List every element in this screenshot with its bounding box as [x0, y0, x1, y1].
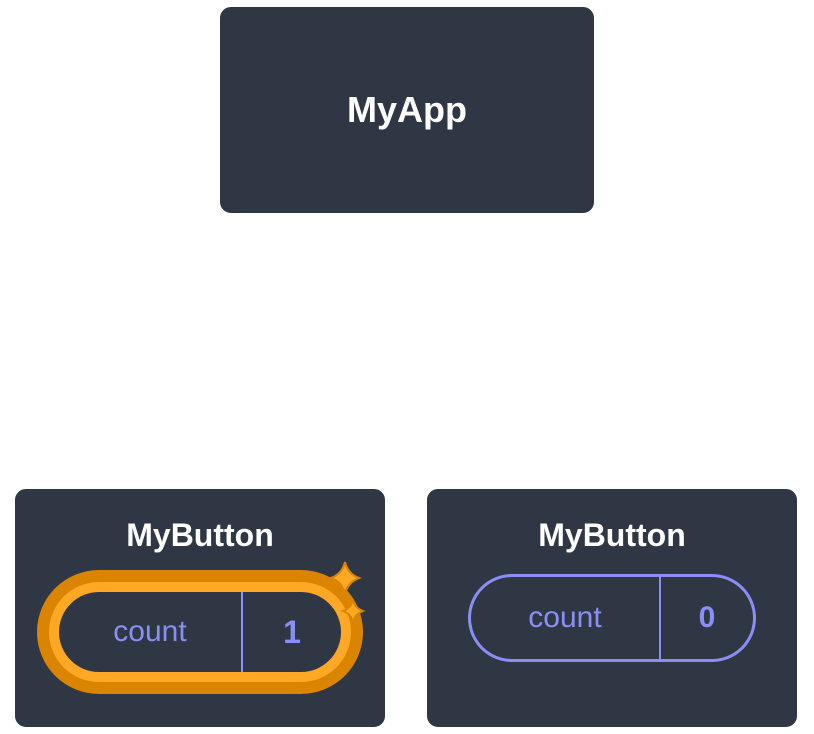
child-node-mybutton-right: MyButton count 0 [424, 486, 800, 730]
child-node-mybutton-left: MyButton count 1 [12, 486, 388, 730]
sparkle-icon [305, 556, 369, 636]
state-name-left: count [59, 592, 243, 672]
state-pill-highlighted: count 1 [37, 570, 363, 694]
root-node-myapp: MyApp [217, 4, 597, 216]
child-label-left: MyButton [126, 517, 274, 554]
child-label-right: MyButton [538, 517, 686, 554]
state-pill-normal: count 0 [468, 574, 756, 662]
root-label: MyApp [347, 89, 467, 131]
state-value-right: 0 [661, 577, 753, 659]
state-name-right: count [471, 577, 661, 659]
